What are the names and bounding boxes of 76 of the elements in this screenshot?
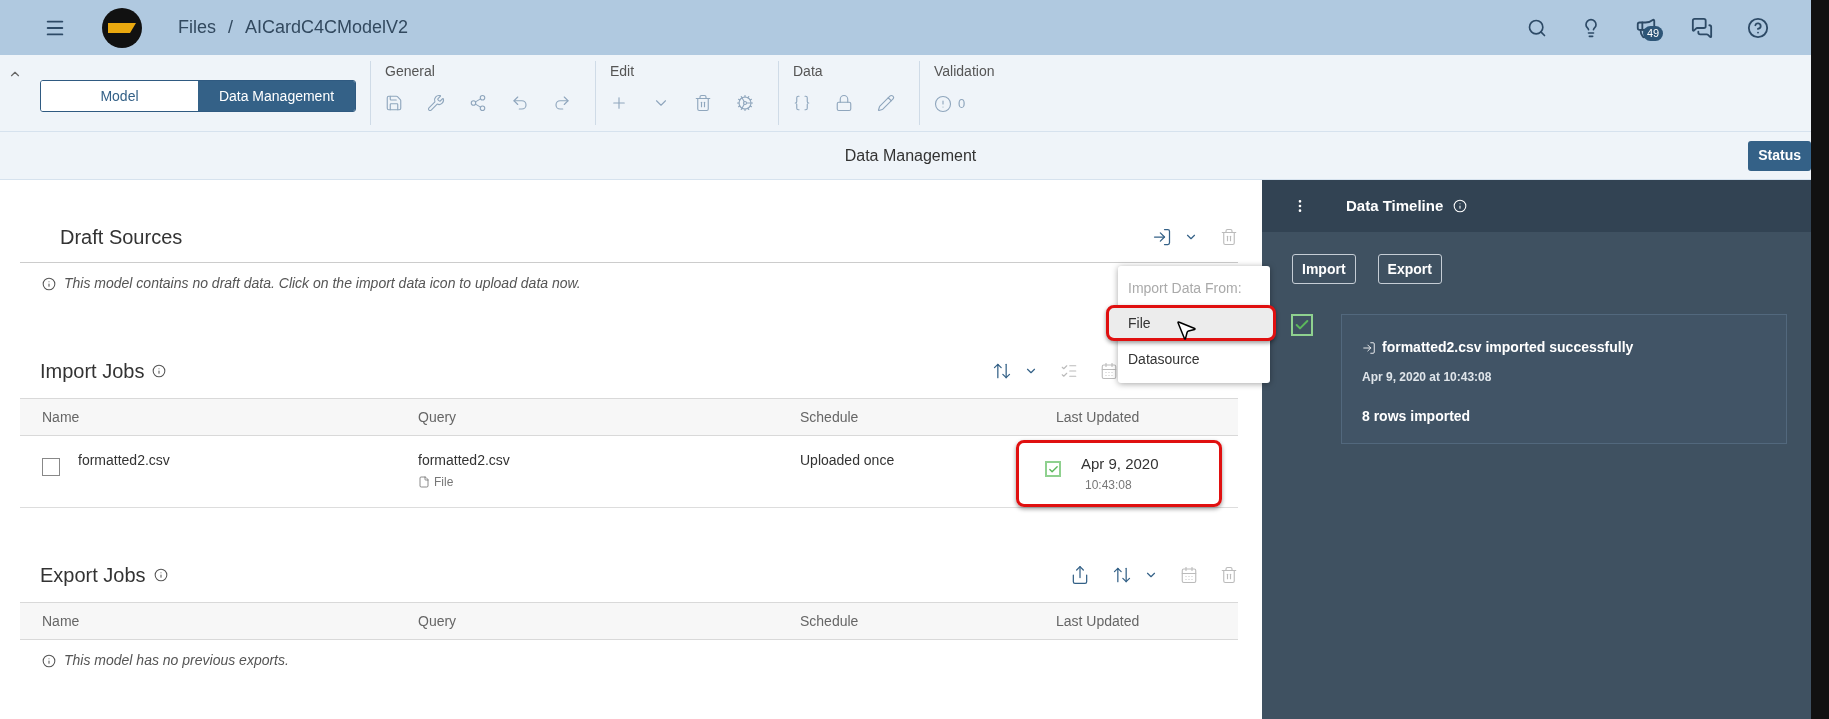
table-cell-text: formatted2.csv	[78, 451, 170, 470]
breadcrumb-link[interactable]: AICardC4CModelV2	[245, 14, 409, 41]
group-title: Validation	[934, 62, 995, 81]
table-cell-text: 10:43:08	[1084, 476, 1133, 494]
info-icon	[1453, 199, 1468, 213]
import-icon[interactable]	[1152, 227, 1172, 247]
table-cell-text: formatted2.csv	[418, 451, 511, 470]
status-button[interactable]: Status	[1748, 140, 1811, 171]
file-icon	[418, 476, 430, 488]
menu-heading: Import Data From:	[1127, 279, 1243, 298]
delete-icon[interactable]	[1220, 566, 1238, 584]
menu-item[interactable]: Datasource	[1118, 341, 1270, 377]
calendar-icon[interactable]	[1180, 566, 1198, 584]
checkbox[interactable]	[42, 458, 60, 476]
calendar-icon[interactable]	[1100, 362, 1118, 380]
help-icon[interactable]	[1747, 16, 1769, 39]
sort-icon[interactable]	[1112, 565, 1132, 585]
column-header: Last Updated	[1056, 407, 1141, 427]
delete-icon[interactable]	[1220, 228, 1238, 246]
info-icon	[42, 276, 56, 291]
table-cell-text: Uploaded once	[800, 451, 896, 470]
column-header: Name	[42, 611, 81, 631]
column-header: Schedule	[800, 611, 860, 631]
sort-icon[interactable]	[992, 361, 1012, 381]
section-title: Import Jobs	[40, 359, 145, 384]
section-title: Draft Sources	[60, 225, 183, 250]
delete-icon[interactable]	[694, 94, 712, 112]
entry-title: formatted2.csv imported successfully	[1382, 338, 1634, 357]
info-message: This model contains no draft data. Click on the import data icon to upload data now.	[64, 274, 581, 293]
panel-title: Data Timeline	[1346, 195, 1444, 216]
redo-icon[interactable]	[553, 94, 571, 112]
info-icon	[42, 653, 56, 668]
column-header: Schedule	[800, 407, 860, 427]
share-icon[interactable]	[469, 94, 487, 112]
pencil-icon[interactable]	[877, 94, 895, 112]
export-icon[interactable]	[1070, 565, 1090, 585]
add-icon[interactable]	[610, 94, 628, 112]
chat-icon[interactable]	[1691, 16, 1713, 39]
menu-item[interactable]: File	[1106, 305, 1276, 341]
column-header: Last Updated	[1056, 611, 1141, 631]
view-tab[interactable]: Data Management	[198, 81, 355, 111]
info-message: This model has no previous exports.	[64, 651, 289, 670]
entry-detail: 8 rows imported	[1362, 407, 1472, 426]
import-icon	[1362, 340, 1376, 355]
issue-count: 0	[958, 95, 966, 113]
table-cell-text: Apr 9, 2020	[1081, 454, 1159, 474]
notification-badge: 49	[1643, 25, 1664, 41]
alert-icon[interactable]	[934, 94, 952, 113]
table-row[interactable]: formatted2.csv formatted2.csv File Uploaded once Apr 9, 2020 10:43:08	[20, 436, 1238, 508]
entry-timestamp: Apr 9, 2020 at 10:43:08	[1362, 369, 1493, 386]
view-tab[interactable]: Model	[41, 81, 198, 111]
group-title: Data	[793, 62, 824, 81]
info-icon	[152, 364, 167, 378]
timeline-button[interactable]: Export	[1377, 254, 1442, 284]
breadcrumb-separator: /	[228, 16, 234, 39]
section-title: Export Jobs	[40, 563, 146, 588]
info-icon	[153, 568, 168, 582]
column-header: Query	[418, 611, 458, 631]
gear-icon[interactable]	[736, 94, 754, 112]
wrench-icon[interactable]	[427, 94, 445, 112]
mouse-cursor-icon	[1174, 318, 1198, 342]
column-header: Name	[42, 407, 81, 427]
lock-icon[interactable]	[835, 94, 853, 112]
save-icon[interactable]	[385, 94, 403, 112]
search-icon[interactable]	[1527, 17, 1547, 38]
logo-icon[interactable]	[102, 7, 142, 48]
group-title: Edit	[610, 62, 636, 81]
edit-list-icon[interactable]	[1060, 362, 1078, 380]
breadcrumb-link[interactable]: Files	[178, 14, 216, 41]
group-title: General	[385, 62, 436, 81]
timeline-button[interactable]: Import	[1292, 254, 1356, 284]
braces-icon[interactable]	[793, 94, 811, 112]
undo-icon[interactable]	[511, 94, 529, 112]
page-title: Data Management	[843, 145, 977, 166]
query-type: File	[434, 474, 454, 491]
column-header: Query	[418, 407, 458, 427]
